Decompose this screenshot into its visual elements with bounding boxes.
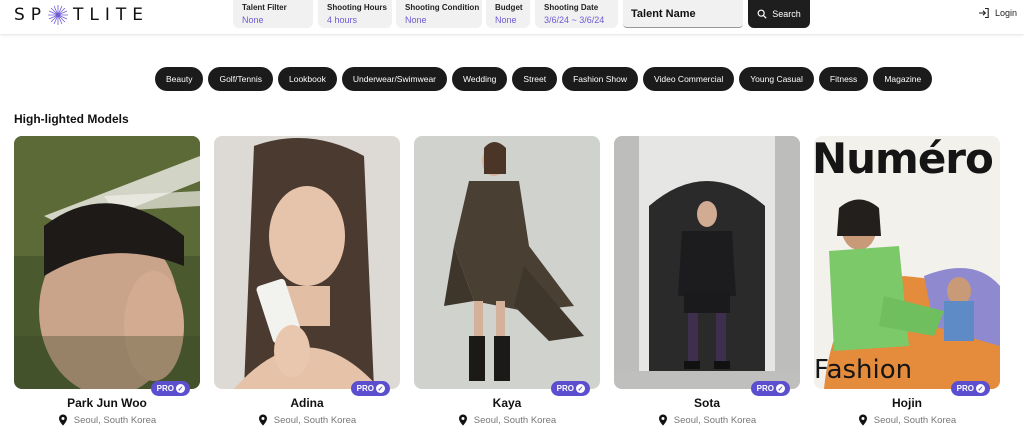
filter-label: Talent Filter [242, 3, 287, 12]
category-chip-lookbook[interactable]: Lookbook [278, 67, 337, 91]
category-chip-wedding[interactable]: Wedding [452, 67, 508, 91]
pro-badge-label: PRO [956, 384, 974, 393]
pro-badge-label: PRO [156, 384, 174, 393]
verified-check-icon: ✓ [776, 384, 785, 393]
filter-value: 3/6/24 ~ 3/6/24 [544, 15, 605, 25]
search-button-label: Search [772, 9, 801, 19]
spotlite-logo[interactable]: SP TLITE [14, 4, 149, 26]
model-name[interactable]: Park Jun Woo [14, 396, 200, 410]
pro-badge: PRO ✓ [950, 381, 990, 396]
category-chip-video-commercial[interactable]: Video Commercial [642, 67, 735, 91]
login-icon [979, 7, 989, 19]
category-chip-fitness[interactable]: Fitness [818, 67, 869, 91]
model-photo[interactable] [614, 136, 800, 389]
model-card[interactable]: PRO ✓ Kaya Seoul, South Korea [414, 136, 600, 426]
login-label: Login [995, 8, 1018, 18]
filter-label: Shooting Date [544, 3, 599, 12]
magazine-cover-caption: Fashion [814, 355, 913, 385]
spotlight-star-icon [48, 5, 69, 25]
model-name[interactable]: Hojin [814, 396, 1000, 410]
filter-label: Budget [495, 3, 523, 12]
model-name[interactable]: Sota [614, 396, 800, 410]
model-photo-image [14, 136, 200, 389]
category-chip-golf-tennis[interactable]: Golf/Tennis [208, 67, 273, 91]
model-card[interactable]: Numéro Fashion PRO ✓ Hojin Seoul, South … [814, 136, 1000, 426]
model-location: Seoul, South Korea [614, 414, 800, 426]
search-icon [757, 9, 767, 19]
location-text: Seoul, South Korea [473, 414, 557, 426]
category-chip-magazine[interactable]: Magazine [873, 67, 933, 91]
category-chip-fashion-show[interactable]: Fashion Show [562, 67, 638, 91]
category-chip-beauty[interactable]: Beauty [155, 67, 204, 91]
pro-badge-label: PRO [556, 384, 574, 393]
pro-badge: PRO ✓ [350, 381, 390, 396]
model-photo[interactable] [214, 136, 400, 389]
location-pin-icon [858, 414, 867, 426]
shooting-hours-dropdown[interactable]: Shooting Hours 4 hours [318, 0, 392, 28]
filter-label: Shooting Hours [327, 3, 387, 12]
model-card[interactable]: PRO ✓ Sota Seoul, South Korea [614, 136, 800, 426]
location-pin-icon [658, 414, 667, 426]
talent-name-input[interactable] [623, 0, 743, 28]
filter-value: 4 hours [327, 15, 358, 25]
model-location: Seoul, South Korea [814, 414, 1000, 426]
pro-badge-label: PRO [756, 384, 774, 393]
model-location: Seoul, South Korea [214, 414, 400, 426]
section-title: High-lighted Models [14, 112, 129, 126]
budget-dropdown[interactable]: Budget None [486, 0, 530, 28]
model-photo-image [614, 136, 800, 389]
filter-value: None [495, 15, 517, 25]
location-text: Seoul, South Korea [273, 414, 357, 426]
pro-badge: PRO ✓ [750, 381, 790, 396]
model-photo[interactable] [414, 136, 600, 389]
top-navigation-bar: SP TLITE Talent Filter None Shooting Hou… [0, 0, 1024, 34]
model-name[interactable]: Adina [214, 396, 400, 410]
category-chips: Beauty Golf/Tennis Lookbook Underwear/Sw… [155, 67, 933, 91]
shooting-condition-dropdown[interactable]: Shooting Condition None [396, 0, 482, 28]
model-photo-image [414, 136, 600, 389]
model-location: Seoul, South Korea [414, 414, 600, 426]
logo-text-left: SP [14, 5, 48, 25]
filter-value: None [405, 15, 427, 25]
model-location: Seoul, South Korea [14, 414, 200, 426]
location-pin-icon [58, 414, 67, 426]
pro-badge: PRO ✓ [150, 381, 190, 396]
pro-badge: PRO ✓ [550, 381, 590, 396]
location-pin-icon [458, 414, 467, 426]
model-card[interactable]: PRO ✓ Adina Seoul, South Korea [214, 136, 400, 426]
location-text: Seoul, South Korea [73, 414, 157, 426]
location-text: Seoul, South Korea [673, 414, 757, 426]
filter-label: Shooting Condition [405, 3, 480, 12]
category-chip-street[interactable]: Street [512, 67, 558, 91]
model-card-list: PRO ✓ Park Jun Woo Seoul, South Korea PR… [14, 136, 1000, 426]
shooting-date-picker[interactable]: Shooting Date 3/6/24 ~ 3/6/24 [535, 0, 618, 28]
model-name[interactable]: Kaya [414, 396, 600, 410]
verified-check-icon: ✓ [976, 384, 985, 393]
model-card[interactable]: PRO ✓ Park Jun Woo Seoul, South Korea [14, 136, 200, 426]
model-photo[interactable] [14, 136, 200, 389]
verified-check-icon: ✓ [176, 384, 185, 393]
magazine-cover-title: Numéro [814, 136, 994, 183]
verified-check-icon: ✓ [376, 384, 385, 393]
location-text: Seoul, South Korea [873, 414, 957, 426]
talent-filter-dropdown[interactable]: Talent Filter None [233, 0, 313, 28]
login-button[interactable]: Login [978, 7, 1017, 19]
pro-badge-label: PRO [356, 384, 374, 393]
location-pin-icon [258, 414, 267, 426]
model-photo-image [214, 136, 400, 389]
search-button[interactable]: Search [748, 0, 810, 28]
verified-check-icon: ✓ [576, 384, 585, 393]
category-chip-underwear-swimwear[interactable]: Underwear/Swimwear [341, 67, 448, 91]
logo-text-right: TLITE [73, 5, 150, 25]
filter-value: None [242, 15, 264, 25]
model-photo[interactable]: Numéro Fashion [814, 136, 1000, 389]
category-chip-young-casual[interactable]: Young Casual [739, 67, 814, 91]
